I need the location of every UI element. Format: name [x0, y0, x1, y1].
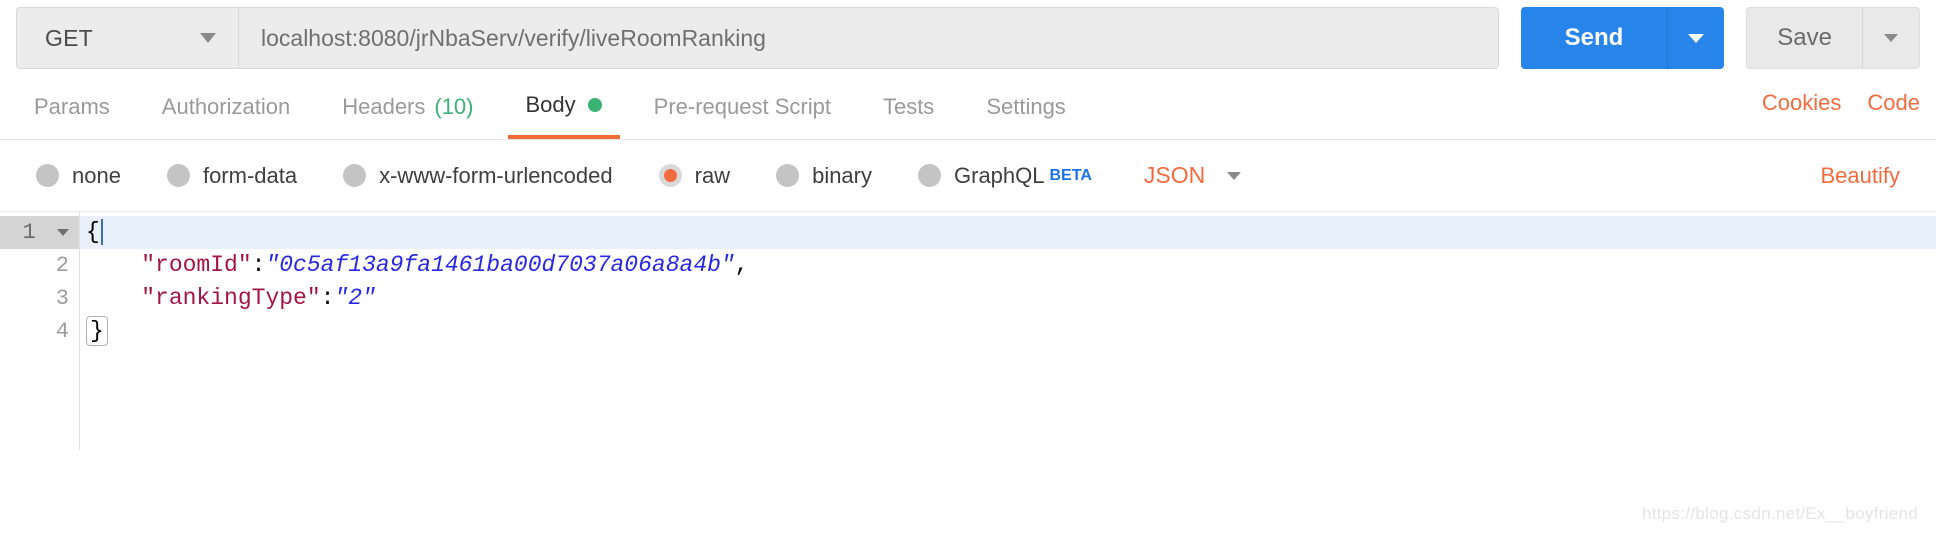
tab-label: Settings	[986, 93, 1066, 119]
tab-label: Tests	[882, 93, 935, 119]
body-type-x-www-form-urlencoded[interactable]: x-www-form-urlencoded	[343, 163, 613, 189]
code-line-4[interactable]: }	[80, 315, 1936, 348]
tab-label: Body	[525, 91, 576, 117]
chevron-down-icon	[1884, 34, 1898, 42]
body-type-label: binary	[812, 162, 872, 188]
radio-selected-icon	[658, 164, 682, 187]
close-brace: }	[86, 316, 108, 346]
gutter-line[interactable]: 4	[0, 315, 79, 348]
tab-authorization[interactable]: Authorization	[144, 74, 308, 139]
json-value: "0c5af13a9fa1461ba00d7037a06a8a4b"	[265, 252, 735, 278]
body-type-label: form-data	[202, 162, 298, 188]
cookies-link[interactable]: Cookies	[1762, 90, 1841, 116]
beta-badge: BETA	[1049, 166, 1092, 184]
tab-tests[interactable]: Tests	[865, 74, 952, 139]
editor-code-area[interactable]: { "roomId":"0c5af13a9fa1461ba00d7037a06a…	[80, 212, 1936, 450]
body-present-dot-icon	[587, 97, 602, 112]
gutter-line[interactable]: 1	[0, 216, 79, 249]
save-options-button[interactable]	[1863, 8, 1919, 68]
body-type-row: none form-data x-www-form-urlencoded raw…	[0, 140, 1936, 212]
radio-icon	[166, 164, 190, 187]
tab-params[interactable]: Params	[16, 74, 128, 139]
body-type-form-data[interactable]: form-data	[166, 162, 298, 189]
radio-icon	[343, 164, 367, 187]
save-button[interactable]: Save	[1747, 8, 1863, 68]
fold-toggle-icon[interactable]	[57, 228, 69, 236]
chevron-down-icon	[1688, 33, 1705, 43]
body-type-label: none	[72, 162, 121, 188]
save-group: Save	[1746, 7, 1920, 69]
code-line-1[interactable]: {	[80, 216, 1936, 249]
url-input[interactable]: localhost:8080/jrNbaServ/verify/liveRoom…	[239, 8, 1498, 68]
json-key: "roomId"	[141, 252, 252, 278]
body-format-label: JSON	[1143, 162, 1206, 188]
body-type-raw[interactable]: raw	[658, 162, 731, 189]
json-value: "2"	[334, 285, 376, 311]
tabs-right-actions: Cookies Code	[1736, 70, 1920, 139]
body-type-label: x-www-form-urlencoded	[379, 162, 613, 188]
json-key: "rankingType"	[141, 285, 321, 311]
tab-label: Headers	[342, 93, 426, 119]
tab-label: Params	[34, 93, 110, 119]
line-number: 1	[22, 220, 36, 245]
request-tabs: Params Authorization Headers (10) Body P…	[16, 74, 1100, 139]
tab-body[interactable]: Body	[507, 74, 620, 139]
request-body-editor[interactable]: 1 2 3 4 { "roomId":"0c5af13a9fa1461ba00d…	[0, 212, 1936, 450]
request-tabs-bar: Params Authorization Headers (10) Body P…	[0, 74, 1936, 140]
tab-headers-count: (10)	[434, 93, 474, 119]
tab-label: Pre-request Script	[653, 93, 831, 119]
tab-settings[interactable]: Settings	[968, 74, 1084, 139]
chevron-down-icon	[200, 33, 216, 43]
http-method-select[interactable]: GET	[17, 8, 239, 68]
body-type-none[interactable]: none	[36, 163, 121, 189]
editor-gutter: 1 2 3 4	[0, 212, 80, 450]
code-link[interactable]: Code	[1867, 90, 1920, 116]
send-options-button[interactable]	[1668, 7, 1724, 69]
radio-icon	[36, 164, 59, 187]
chevron-down-icon	[1227, 171, 1242, 180]
tab-label: Authorization	[161, 93, 291, 119]
code-line-2[interactable]: "roomId":"0c5af13a9fa1461ba00d7037a06a8a…	[80, 249, 1936, 282]
send-button[interactable]: Send	[1521, 7, 1669, 69]
line-number: 3	[55, 286, 69, 311]
tab-pre-request-script[interactable]: Pre-request Script	[636, 74, 849, 139]
body-type-label: GraphQL	[954, 162, 1045, 188]
body-type-binary[interactable]: binary	[776, 163, 872, 189]
json-comma: ,	[734, 252, 749, 278]
radio-icon	[776, 164, 800, 187]
json-colon: :	[320, 285, 335, 311]
send-group: Send	[1520, 7, 1725, 69]
body-type-label: raw	[694, 162, 731, 188]
tab-headers[interactable]: Headers (10)	[324, 74, 491, 139]
json-colon: :	[251, 252, 266, 278]
body-type-graphql[interactable]: GraphQL BETA	[918, 163, 1092, 189]
watermark: https://blog.csdn.net/Ex__boyfriend	[1641, 504, 1918, 523]
request-bar: GET localhost:8080/jrNbaServ/verify/live…	[0, 0, 1936, 74]
gutter-line[interactable]: 3	[0, 282, 79, 315]
code-line-3[interactable]: "rankingType":"2"	[80, 282, 1936, 315]
open-brace: {	[86, 219, 100, 245]
line-number: 2	[55, 253, 69, 278]
gutter-line[interactable]: 2	[0, 249, 79, 282]
url-group: GET localhost:8080/jrNbaServ/verify/live…	[16, 7, 1499, 69]
text-cursor	[100, 218, 103, 245]
body-format-select[interactable]: JSON	[1143, 162, 1242, 189]
beautify-button[interactable]: Beautify	[1821, 163, 1915, 189]
line-number: 4	[55, 319, 69, 344]
radio-icon	[918, 164, 941, 187]
http-method-label: GET	[45, 24, 93, 51]
